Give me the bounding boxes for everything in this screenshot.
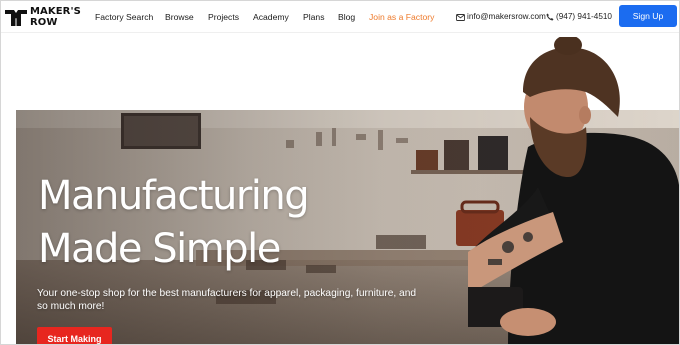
email-icon <box>456 13 465 21</box>
contact-email[interactable]: info@makersrow.com <box>456 11 546 25</box>
brand-wordmark: MAKER'S ROW <box>30 6 81 28</box>
contact-phone-text: (947) 941-4510 <box>556 12 612 21</box>
hero-title: Manufacturing Made Simple <box>38 170 310 276</box>
nav-browse[interactable]: Browse <box>165 11 194 23</box>
page: MAKER'S ROW Factory Search Browse Projec… <box>0 0 680 345</box>
brand-line-2: ROW <box>30 16 58 28</box>
nav-factory-search[interactable]: Factory Search <box>95 11 153 23</box>
hero-title-line-1: Manufacturing <box>38 173 310 219</box>
hero-subtitle: Your one-stop shop for the best manufact… <box>37 288 417 312</box>
nav-join-as-factory[interactable]: Join as a Factory <box>369 11 434 23</box>
start-making-button[interactable]: Start Making <box>37 327 112 344</box>
nav-academy[interactable]: Academy <box>253 11 289 23</box>
craftsman-photo <box>468 37 679 344</box>
sign-up-button[interactable]: Sign Up <box>619 5 677 27</box>
brand-line-1: MAKER'S <box>30 6 81 17</box>
makers-row-logo-icon <box>5 10 27 26</box>
nav-projects[interactable]: Projects <box>208 11 239 23</box>
brand-logo[interactable]: MAKER'S ROW <box>5 6 85 29</box>
phone-icon <box>546 13 554 21</box>
contact-email-text: info@makersrow.com <box>467 12 546 21</box>
nav-plans[interactable]: Plans <box>303 11 325 23</box>
contact-phone[interactable]: (947) 941-4510 <box>546 11 616 25</box>
site-header: MAKER'S ROW Factory Search Browse Projec… <box>1 1 679 33</box>
nav-blog[interactable]: Blog <box>338 11 355 23</box>
hero-title-line-2: Made Simple <box>38 226 281 272</box>
